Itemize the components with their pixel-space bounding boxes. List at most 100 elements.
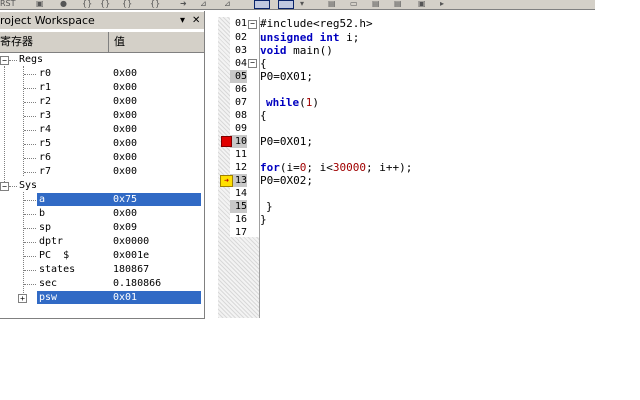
toolbar-icon[interactable]: ▤ (394, 0, 402, 8)
step-out-icon[interactable]: {} (122, 0, 132, 8)
toolbar-icon[interactable]: ● (60, 0, 67, 8)
register-value[interactable]: 0x00 (113, 207, 137, 221)
register-row-r6[interactable]: r6 0x00 (0, 151, 204, 165)
register-row-r5[interactable]: r5 0x00 (0, 137, 204, 151)
toolbar: RST ▣ ● {} {} {} {} ➜ ⊿ ⊿ ▾ ▤ ▭ ▤ ▤ ▣ ▸ (0, 0, 595, 10)
register-row-a[interactable]: a 0x75 (0, 193, 204, 207)
register-row-b[interactable]: b 0x00 (0, 207, 204, 221)
register-row-r4[interactable]: r4 0x00 (0, 123, 204, 137)
register-row-r2[interactable]: r2 0x00 (0, 95, 204, 109)
tree-group-sys[interactable]: − Sys (0, 179, 204, 193)
line-number: 11 (234, 149, 247, 160)
step-into-icon[interactable]: {} (82, 0, 92, 8)
register-value[interactable]: 0x00 (113, 151, 137, 165)
reset-button[interactable]: RST (0, 0, 16, 8)
breakpoint-icon[interactable] (221, 136, 232, 147)
fold-icon[interactable]: − (248, 20, 257, 29)
register-table-header: 寄存器 值 (0, 31, 204, 53)
register-name: states (39, 264, 76, 275)
register-value[interactable]: 0x00 (113, 137, 137, 151)
toolbar-icon[interactable]: ⊿ (224, 0, 231, 8)
line-number: 15 (230, 200, 247, 213)
code-line-08[interactable]: { (260, 109, 267, 122)
register-value[interactable]: 0x00 (113, 67, 137, 81)
step-over-icon[interactable]: {} (100, 0, 110, 8)
register-name: r4 (39, 124, 52, 135)
register-name: r2 (39, 96, 52, 107)
register-value[interactable]: 0.180866 (113, 277, 161, 291)
disassembly-window-button[interactable] (254, 0, 270, 9)
dropdown-icon[interactable]: ▾ (180, 12, 185, 29)
toolbar-icon[interactable]: ▤ (328, 0, 336, 8)
register-value[interactable]: 0x0000 (113, 235, 149, 249)
register-value[interactable]: 0x09 (113, 221, 137, 235)
column-header-value[interactable]: 值 (114, 32, 125, 52)
line-number: 06 (234, 84, 247, 95)
toolbar-icon[interactable]: ▣ (418, 0, 426, 8)
toolbar-icon[interactable]: ⊿ (200, 0, 207, 8)
register-value[interactable]: 0x00 (113, 81, 137, 95)
register-name: sp (39, 222, 52, 233)
register-value[interactable]: 0x00 (113, 165, 137, 179)
register-value[interactable]: 0x00 (113, 123, 137, 137)
register-value[interactable]: 0x75 (113, 193, 137, 207)
line-number: 17 (234, 227, 247, 238)
code-line-13[interactable]: P0=0X02; (260, 174, 313, 187)
code-line-02[interactable]: unsigned int i; (260, 31, 359, 44)
register-row-r1[interactable]: r1 0x00 (0, 81, 204, 95)
dropdown-icon[interactable]: ▾ (300, 0, 304, 8)
register-name: r0 (39, 68, 52, 79)
tree-group-regs[interactable]: − Regs (0, 53, 204, 67)
line-number: 10 (230, 135, 247, 148)
workspace-title: roject Workspace (0, 14, 95, 27)
code-line-01[interactable]: #include<reg52.h> (260, 17, 373, 30)
line-number: 01 (234, 18, 247, 29)
register-row-r3[interactable]: r3 0x00 (0, 109, 204, 123)
watch-window-button[interactable] (278, 0, 294, 9)
toolbar-icon[interactable]: ▭ (350, 0, 358, 8)
group-label: Sys (19, 180, 38, 191)
run-to-cursor-icon[interactable]: {} (150, 0, 160, 8)
code-line-12[interactable]: for(i=0; i<30000; i++); (260, 161, 412, 174)
code-line-16[interactable]: } (260, 213, 267, 226)
fold-icon[interactable]: − (248, 59, 257, 68)
close-icon[interactable]: ✕ (192, 12, 200, 29)
collapse-icon[interactable]: − (0, 56, 9, 65)
toolbar-icon[interactable]: ▣ (36, 0, 44, 8)
register-row-pc[interactable]: PC $ 0x001e (0, 249, 204, 263)
register-name: dptr (39, 236, 64, 247)
register-name: sec (39, 278, 58, 289)
workspace-title-bar: roject Workspace ▾ ✕ (0, 12, 204, 29)
code-line-05[interactable]: P0=0X01; (260, 70, 313, 83)
dropdown-icon[interactable]: ▸ (440, 0, 444, 8)
register-value[interactable]: 0x00 (113, 95, 137, 109)
register-value[interactable]: 0x01 (113, 291, 137, 305)
code-line-15[interactable]: } (266, 200, 273, 213)
toolbar-icon[interactable]: ➜ (180, 0, 187, 8)
register-row-psw[interactable]: + psw 0x01 (0, 291, 204, 305)
column-divider[interactable] (108, 32, 109, 52)
line-number: 05 (230, 70, 247, 83)
register-row-r0[interactable]: r0 0x00 (0, 67, 204, 81)
code-line-07[interactable]: while(1) (266, 96, 319, 109)
register-name: r3 (39, 110, 52, 121)
register-value[interactable]: 0x001e (113, 249, 149, 263)
register-value[interactable]: 0x00 (113, 109, 137, 123)
collapse-icon[interactable]: − (0, 182, 9, 191)
register-row-sec[interactable]: sec 0.180866 (0, 277, 204, 291)
toolbar-icon[interactable]: ▤ (372, 0, 380, 8)
line-number: 02 (234, 32, 247, 43)
code-line-10[interactable]: P0=0X01; (260, 135, 313, 148)
group-label: Regs (19, 54, 44, 65)
line-number: 14 (234, 188, 247, 199)
expand-icon[interactable]: + (18, 294, 27, 303)
register-row-dptr[interactable]: dptr 0x0000 (0, 235, 204, 249)
column-header-register[interactable]: 寄存器 (0, 32, 33, 52)
register-value[interactable]: 180867 (113, 263, 149, 277)
register-row-sp[interactable]: sp 0x09 (0, 221, 204, 235)
register-row-r7[interactable]: r7 0x00 (0, 165, 204, 179)
code-line-04[interactable]: { (260, 57, 267, 70)
code-line-03[interactable]: void main() (260, 44, 333, 57)
register-name: r7 (39, 166, 52, 177)
register-row-states[interactable]: states 180867 (0, 263, 204, 277)
